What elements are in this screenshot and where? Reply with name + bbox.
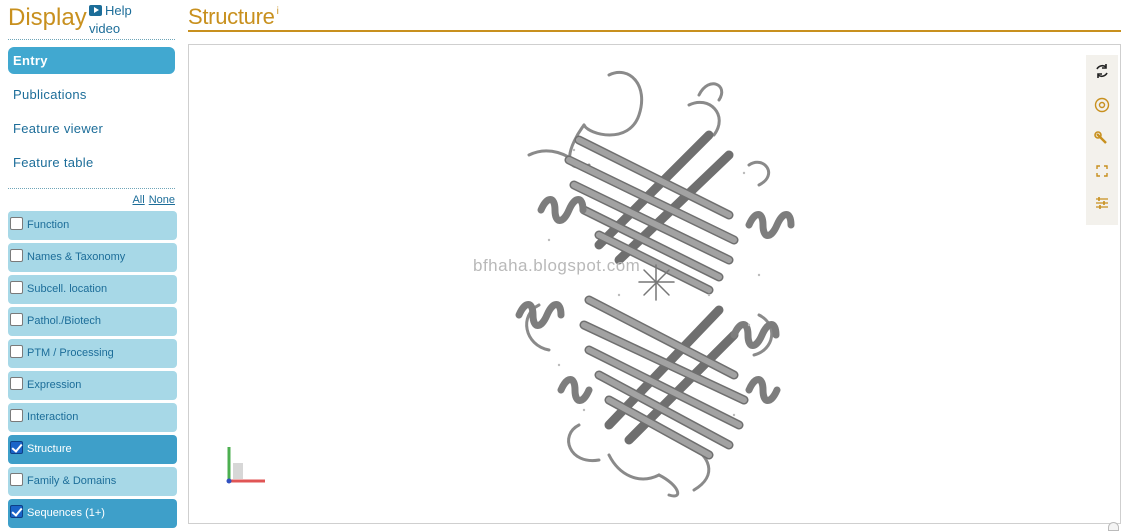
nav-publications[interactable]: Publications	[8, 81, 175, 108]
section-structure[interactable]: Structure	[8, 435, 177, 464]
help-video-link[interactable]: Help video	[89, 2, 132, 38]
section-checkbox[interactable]	[10, 345, 23, 358]
uniprot-entry-page: Display Help video Entry Publications Fe…	[0, 0, 1131, 531]
section-checkbox[interactable]	[10, 441, 23, 454]
section-subcell-location[interactable]: Subcell. location	[8, 275, 177, 304]
section-pathol-biotech[interactable]: Pathol./Biotech	[8, 307, 177, 336]
section-sequences[interactable]: Sequences (1+)	[8, 499, 177, 528]
section-names-taxonomy[interactable]: Names & Taxonomy	[8, 243, 177, 272]
wrench-icon[interactable]	[1086, 123, 1118, 155]
page-title: Structure i	[188, 4, 279, 29]
nav-feature-table[interactable]: Feature table	[8, 149, 175, 176]
section-checkbox[interactable]	[10, 249, 23, 262]
section-checkbox[interactable]	[10, 377, 23, 390]
video-play-icon	[89, 5, 102, 16]
section-checkbox[interactable]	[10, 409, 23, 422]
select-none-link[interactable]: None	[149, 194, 175, 206]
watermark-text: bfhaha.blogspot.com	[473, 256, 641, 275]
spin-icon[interactable]	[1086, 55, 1118, 87]
title-divider	[188, 30, 1121, 32]
section-checkbox[interactable]	[10, 217, 23, 230]
scrollbar-handle[interactable]	[1108, 522, 1119, 531]
expand-icon[interactable]	[1086, 155, 1118, 187]
structure-3d-viewer[interactable]: bfhaha.blogspot.com	[188, 44, 1121, 524]
section-checkbox[interactable]	[10, 313, 23, 326]
protein-structure-render[interactable]	[189, 45, 1121, 524]
info-icon[interactable]: i	[277, 6, 279, 17]
display-nav: Entry Publications Feature viewer Featur…	[8, 47, 175, 183]
section-ptm-processing[interactable]: PTM / Processing	[8, 339, 177, 368]
orientation-axes-icon	[226, 447, 265, 484]
nav-feature-viewer[interactable]: Feature viewer	[8, 115, 175, 142]
section-function[interactable]: Function	[8, 211, 177, 240]
all-none-toggle: All None	[8, 188, 175, 208]
nav-entry[interactable]: Entry	[8, 47, 175, 74]
section-checkbox[interactable]	[10, 281, 23, 294]
camera-icon[interactable]	[1086, 89, 1118, 121]
section-checkbox[interactable]	[10, 473, 23, 486]
section-interaction[interactable]: Interaction	[8, 403, 177, 432]
section-family-domains[interactable]: Family & Domains	[8, 467, 177, 496]
display-sidebar: Display Help video Entry Publications Fe…	[8, 0, 177, 531]
section-checkbox[interactable]	[10, 505, 23, 518]
sliders-icon[interactable]	[1086, 187, 1118, 219]
display-header: Display Help video	[8, 0, 175, 40]
viewer-toolbar	[1086, 55, 1118, 225]
select-all-link[interactable]: All	[132, 194, 144, 206]
section-checklist: Function Names & Taxonomy Subcell. locat…	[8, 211, 177, 531]
section-expression[interactable]: Expression	[8, 371, 177, 400]
display-title: Display	[8, 4, 87, 31]
